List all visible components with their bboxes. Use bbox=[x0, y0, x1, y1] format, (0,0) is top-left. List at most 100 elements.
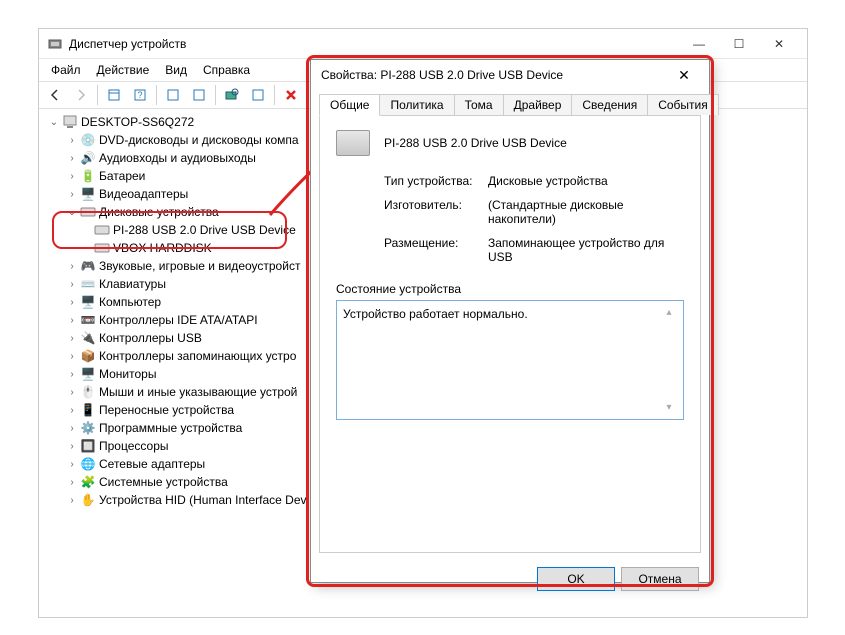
status-text: Устройство работает нормально. bbox=[343, 307, 661, 413]
drive-icon bbox=[93, 222, 111, 238]
expander-icon: › bbox=[65, 261, 79, 272]
tree-label: Контроллеры запоминающих устро bbox=[99, 349, 296, 363]
tree-label: Видеоадаптеры bbox=[99, 187, 188, 201]
storage-icon: 📦 bbox=[79, 348, 97, 364]
mouse-icon: 🖱️ bbox=[79, 384, 97, 400]
network-icon: 🌐 bbox=[79, 456, 97, 472]
usb-icon: 🔌 bbox=[79, 330, 97, 346]
tree-label: Процессоры bbox=[99, 439, 169, 453]
help-button[interactable]: ? bbox=[128, 83, 152, 107]
menu-action[interactable]: Действие bbox=[89, 61, 158, 79]
tab-volumes[interactable]: Тома bbox=[454, 94, 504, 115]
forward-button[interactable] bbox=[69, 83, 93, 107]
tree-label: Батареи bbox=[99, 169, 145, 183]
expander-icon: › bbox=[65, 333, 79, 344]
dvd-icon: 💿 bbox=[79, 132, 97, 148]
tree-label: Контроллеры IDE ATA/ATAPI bbox=[99, 313, 258, 327]
expander-icon: › bbox=[65, 459, 79, 470]
keyboard-icon: ⌨️ bbox=[79, 276, 97, 292]
type-value: Дисковые устройства bbox=[488, 174, 684, 188]
expander-icon: › bbox=[65, 477, 79, 488]
close-button[interactable]: ✕ bbox=[759, 30, 799, 58]
tab-policy[interactable]: Политика bbox=[379, 94, 454, 115]
scroll-down-icon: ▾ bbox=[666, 402, 671, 413]
tree-label: Контроллеры USB bbox=[99, 331, 202, 345]
expander-icon: › bbox=[65, 315, 79, 326]
hid-icon: ✋ bbox=[79, 492, 97, 508]
dialog-button-bar: OK Отмена bbox=[311, 561, 709, 601]
device-large-icon bbox=[336, 130, 370, 156]
tree-label: Мониторы bbox=[99, 367, 156, 381]
maximize-button[interactable]: ☐ bbox=[719, 30, 759, 58]
toolbar-btn-1[interactable] bbox=[161, 83, 185, 107]
monitor-icon: 🖥️ bbox=[79, 366, 97, 382]
menu-file[interactable]: Файл bbox=[43, 61, 89, 79]
expander-icon: › bbox=[65, 189, 79, 200]
location-value: Запоминающее устройство для USB bbox=[488, 236, 684, 264]
toolbar-btn-3[interactable] bbox=[246, 83, 270, 107]
location-label: Размещение: bbox=[384, 236, 488, 264]
tree-label: VBOX HARDDISK bbox=[113, 241, 212, 255]
ok-button[interactable]: OK bbox=[537, 567, 615, 591]
battery-icon: 🔋 bbox=[79, 168, 97, 184]
audio-icon: 🔊 bbox=[79, 150, 97, 166]
scroll-up-icon: ▴ bbox=[666, 307, 671, 318]
uninstall-button[interactable] bbox=[279, 83, 303, 107]
dialog-title: Свойства: PI-288 USB 2.0 Drive USB Devic… bbox=[321, 68, 669, 82]
expander-icon: › bbox=[65, 441, 79, 452]
tree-label: Аудиовходы и аудиовыходы bbox=[99, 151, 256, 165]
portable-icon: 📱 bbox=[79, 402, 97, 418]
expander-icon: › bbox=[65, 135, 79, 146]
software-icon: ⚙️ bbox=[79, 420, 97, 436]
back-button[interactable] bbox=[43, 83, 67, 107]
tab-general[interactable]: Общие bbox=[319, 94, 380, 116]
tab-strip: Общие Политика Тома Драйвер Сведения Соб… bbox=[311, 90, 709, 115]
titlebar: Диспетчер устройств — ☐ ✕ bbox=[39, 29, 807, 59]
device-name-label: PI-288 USB 2.0 Drive USB Device bbox=[384, 136, 567, 150]
menu-help[interactable]: Справка bbox=[195, 61, 258, 79]
app-icon bbox=[47, 36, 63, 52]
drive-icon bbox=[93, 240, 111, 256]
minimize-button[interactable]: — bbox=[679, 30, 719, 58]
tree-label: Звуковые, игровые и видеоустройст bbox=[99, 259, 300, 273]
expander-icon: ⌄ bbox=[65, 207, 79, 218]
svg-text:?: ? bbox=[137, 90, 142, 100]
manufacturer-label: Изготовитель: bbox=[384, 198, 488, 226]
dialog-titlebar: Свойства: PI-288 USB 2.0 Drive USB Devic… bbox=[311, 60, 709, 90]
tree-label: DESKTOP-SS6Q272 bbox=[81, 115, 194, 129]
menu-view[interactable]: Вид bbox=[157, 61, 195, 79]
tree-label: Системные устройства bbox=[99, 475, 228, 489]
cancel-button[interactable]: Отмена bbox=[621, 567, 699, 591]
scrollbar[interactable]: ▴▾ bbox=[661, 307, 677, 413]
window-title: Диспетчер устройств bbox=[69, 37, 679, 51]
separator bbox=[156, 85, 157, 105]
expander-icon: › bbox=[65, 495, 79, 506]
tree-label: Дисковые устройства bbox=[99, 205, 219, 219]
computer-icon: 🖥️ bbox=[79, 294, 97, 310]
expander-icon: › bbox=[65, 153, 79, 164]
tree-label: DVD-дисководы и дисководы компа bbox=[99, 133, 299, 147]
tab-driver[interactable]: Драйвер bbox=[503, 94, 573, 115]
expander-icon: › bbox=[65, 351, 79, 362]
expander-icon: › bbox=[65, 369, 79, 380]
tree-label: Устройства HID (Human Interface Dev bbox=[99, 493, 307, 507]
system-icon: 🧩 bbox=[79, 474, 97, 490]
display-adapter-icon: 🖥️ bbox=[79, 186, 97, 202]
tab-events[interactable]: События bbox=[647, 94, 719, 115]
sound-icon: 🎮 bbox=[79, 258, 97, 274]
separator bbox=[274, 85, 275, 105]
status-textarea[interactable]: Устройство работает нормально. ▴▾ bbox=[336, 300, 684, 420]
expander-icon: › bbox=[65, 387, 79, 398]
tree-label: Компьютер bbox=[99, 295, 161, 309]
view-button[interactable] bbox=[102, 83, 126, 107]
expander-icon: › bbox=[65, 423, 79, 434]
dialog-close-button[interactable]: ✕ bbox=[669, 62, 699, 88]
properties-dialog: Свойства: PI-288 USB 2.0 Drive USB Devic… bbox=[310, 59, 710, 583]
scan-button[interactable] bbox=[220, 83, 244, 107]
expander-icon: › bbox=[65, 297, 79, 308]
expander-icon: ⌄ bbox=[47, 117, 61, 128]
tab-details[interactable]: Сведения bbox=[571, 94, 648, 115]
type-label: Тип устройства: bbox=[384, 174, 488, 188]
toolbar-btn-2[interactable] bbox=[187, 83, 211, 107]
ide-icon: 📼 bbox=[79, 312, 97, 328]
